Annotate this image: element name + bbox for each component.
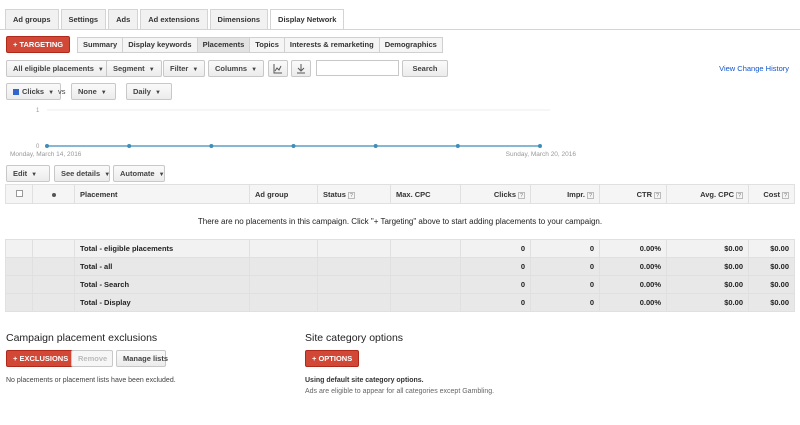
header-max-cpc[interactable]: Max. CPC: [390, 184, 461, 204]
download-button[interactable]: [291, 60, 311, 77]
x-axis-label: Sunday, March 20, 2016: [506, 151, 577, 158]
exclusions-note: No placements or placement lists have be…: [6, 377, 176, 384]
caret-down-icon: ▼: [192, 67, 199, 73]
header-ctr[interactable]: CTR?: [599, 184, 667, 204]
tab-ad-extensions[interactable]: Ad extensions: [140, 9, 208, 30]
header-avg-cpc[interactable]: Avg. CPC?: [666, 184, 749, 204]
caret-down-icon: ▼: [251, 67, 258, 73]
tabs-divider: [0, 29, 800, 30]
chart-toggle-button[interactable]: [268, 60, 288, 77]
view-change-history-link[interactable]: View Change History: [719, 64, 789, 73]
table-header-row: Placement Ad group Status? Max. CPC Clic…: [5, 184, 795, 204]
site-category-title: Site category options: [305, 332, 404, 344]
remove-button[interactable]: Remove: [71, 350, 113, 367]
status-dot-icon: [51, 192, 56, 197]
subtab-interests-remarketing[interactable]: Interests & remarketing: [284, 37, 380, 53]
series-color-swatch: [13, 89, 19, 95]
caret-down-icon: ▼: [104, 172, 111, 178]
see-details-dropdown[interactable]: See details ▼: [54, 165, 110, 182]
help-icon[interactable]: ?: [347, 191, 355, 199]
select-all-checkbox[interactable]: [5, 184, 33, 204]
subtab-topics[interactable]: Topics: [250, 37, 285, 53]
total-label: Total - Search: [74, 275, 250, 294]
data-point[interactable]: [127, 144, 132, 148]
site-category-note: Ads are eligible to appear for all categ…: [305, 388, 495, 395]
empty-message: There are no placements in this campaign…: [5, 203, 795, 240]
data-point[interactable]: [455, 144, 460, 148]
automate-dropdown[interactable]: Automate ▼: [113, 165, 165, 182]
metric-dropdown[interactable]: Clicks ▼: [6, 83, 62, 100]
help-icon[interactable]: ?: [518, 191, 525, 199]
site-category-note-bold: Using default site category options.: [305, 377, 424, 384]
search-button[interactable]: Search: [402, 60, 448, 77]
tab-ads[interactable]: Ads: [108, 9, 139, 30]
status-dot-header: [32, 184, 75, 204]
y-tick-label: 0: [36, 144, 40, 150]
data-point[interactable]: [209, 144, 214, 148]
subtab-display-keywords[interactable]: Display keywords: [123, 37, 198, 53]
header-placement[interactable]: Placement: [74, 184, 250, 204]
help-icon[interactable]: ?: [654, 191, 661, 199]
top-tabs: Ad groups Settings Ads Ad extensions Dim…: [5, 9, 346, 30]
data-point[interactable]: [373, 144, 378, 148]
chart-icon: [273, 64, 282, 74]
manage-lists-button[interactable]: Manage lists: [116, 350, 168, 367]
filter-dropdown[interactable]: Filter ▼: [163, 60, 206, 77]
total-label: Total - eligible placements: [74, 239, 250, 258]
tab-display-network[interactable]: Display Network: [270, 9, 345, 30]
placements-table: Placement Ad group Status? Max. CPC Clic…: [5, 184, 795, 312]
caret-down-icon: ▼: [154, 90, 161, 96]
header-ad-group[interactable]: Ad group: [249, 184, 318, 204]
x-axis-label: Monday, March 14, 2016: [10, 151, 82, 158]
data-point[interactable]: [538, 144, 542, 148]
header-impr[interactable]: Impr.?: [530, 184, 600, 204]
caret-down-icon: ▼: [100, 90, 107, 96]
search-input[interactable]: [316, 60, 399, 76]
help-icon[interactable]: ?: [782, 191, 789, 199]
tab-dimensions[interactable]: Dimensions: [209, 9, 269, 30]
data-point[interactable]: [45, 144, 49, 148]
help-icon[interactable]: ?: [587, 191, 594, 199]
subtab-summary[interactable]: Summary: [77, 37, 124, 53]
download-icon: [297, 64, 305, 74]
tab-ad-groups[interactable]: Ad groups: [5, 9, 59, 30]
table-row: Total - Display 0 0 0.00% $0.00 $0.00: [5, 293, 795, 312]
caret-down-icon: ▼: [48, 90, 55, 96]
clicks-chart: 1 0 Monday, March 14, 2016 Sunday, March 20…: [0, 100, 800, 160]
help-icon[interactable]: ?: [736, 191, 743, 199]
caret-down-icon: ▼: [158, 172, 165, 178]
header-status[interactable]: Status?: [317, 184, 391, 204]
caret-down-icon: ▼: [97, 67, 104, 73]
options-button[interactable]: + OPTIONS: [305, 350, 360, 367]
table-row: Total - all 0 0 0.00% $0.00 $0.00: [5, 257, 795, 276]
subtabs: Summary Display keywords Placements Topi…: [77, 37, 443, 53]
empty-message-row: There are no placements in this campaign…: [5, 203, 795, 240]
segment-dropdown[interactable]: Segment ▼: [106, 60, 162, 77]
subtab-placements[interactable]: Placements: [197, 37, 251, 53]
compare-metric-dropdown[interactable]: None ▼: [71, 83, 116, 100]
chart-svg: 1 0Monday, March 14, 2016 Sunday, March 20…: [10, 108, 577, 158]
edit-dropdown[interactable]: Edit ▼: [6, 165, 50, 182]
data-point[interactable]: [291, 144, 296, 148]
period-dropdown[interactable]: Daily ▼: [126, 83, 172, 100]
exclusions-button[interactable]: + EXCLUSIONS: [6, 350, 76, 367]
columns-dropdown[interactable]: Columns ▼: [208, 60, 265, 77]
targeting-button[interactable]: + TARGETING: [6, 36, 71, 53]
header-clicks[interactable]: Clicks?: [460, 184, 531, 204]
tab-settings[interactable]: Settings: [60, 9, 107, 30]
table-row: Total - Search 0 0 0.00% $0.00 $0.00: [5, 275, 795, 294]
table-row: Total - eligible placements 0 0 0.00% $0…: [5, 239, 795, 258]
subtab-demographics[interactable]: Demographics: [379, 37, 443, 53]
exclusions-title: Campaign placement exclusions: [6, 332, 158, 344]
total-label: Total - Display: [74, 293, 250, 312]
vs-label: vs: [58, 87, 66, 96]
caret-down-icon: ▼: [31, 172, 38, 178]
header-cost[interactable]: Cost?: [748, 184, 795, 204]
total-label: Total - all: [74, 257, 250, 276]
y-tick-label: 1: [36, 108, 40, 114]
eligible-placements-dropdown[interactable]: All eligible placements ▼: [6, 60, 111, 77]
caret-down-icon: ▼: [148, 67, 155, 73]
